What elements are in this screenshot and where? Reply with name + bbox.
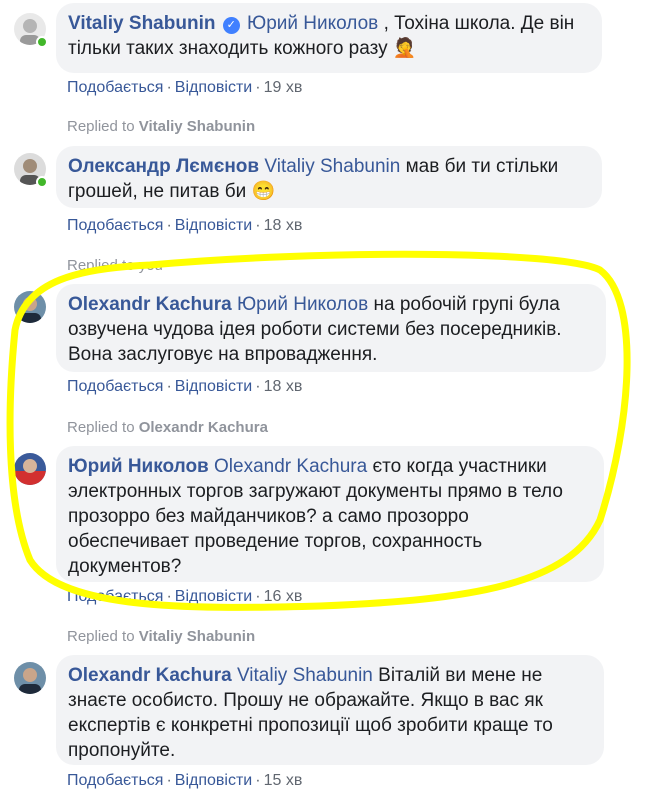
replied-to-label[interactable]: Replied to Vitaliy Shabunin [67,628,255,645]
like-link[interactable]: Подобається [67,79,163,96]
reply-link[interactable]: Відповісти [175,588,252,605]
like-link[interactable]: Подобається [67,378,163,395]
comment-author[interactable]: Олександр Лємєнов [68,156,259,177]
avatar-image [14,453,46,485]
facepalm-emoji-icon: 🤦 [392,38,417,59]
separator: · [255,378,261,395]
avatar[interactable] [14,291,46,323]
online-status-dot [36,36,48,48]
replied-to-label[interactable]: Replied to you [67,257,163,274]
verified-badge-icon: ✓ [222,17,240,34]
separator: · [166,79,172,96]
comment-time[interactable]: 19 хв [264,79,303,96]
grin-emoji-icon: 😁 [251,181,276,202]
comment-actions: Подобається · Відповісти · 18 хв [67,217,302,235]
avatar[interactable] [14,453,46,485]
comment-bubble: Юрий Николов Olexandr Kachura єто когда … [56,446,604,582]
comment-actions: Подобається · Відповісти · 16 хв [67,588,302,606]
separator: · [166,378,172,395]
comment-actions: Подобається · Відповісти · 15 хв [67,772,302,790]
separator: · [166,588,172,605]
comment-time[interactable]: 18 хв [264,217,303,234]
replied-to-label[interactable]: Replied to Vitaliy Shabunin [67,118,255,135]
replied-prefix: Replied to [67,628,135,645]
separator: · [255,588,261,605]
comment-actions: Подобається · Відповісти · 18 хв [67,378,302,396]
separator: · [255,79,261,96]
comment-time[interactable]: 16 хв [264,588,303,605]
comment-bubble: Olexandr Kachura Юрий Николов на робочій… [56,284,606,372]
replied-prefix: Replied to [67,419,135,436]
replied-prefix: Replied to [67,118,135,135]
online-status-dot [36,176,48,188]
avatar[interactable] [14,662,46,694]
replied-to-name: Vitaliy Shabunin [138,628,256,645]
like-link[interactable]: Подобається [67,217,163,234]
comment-mention[interactable]: Olexandr Kachura [214,456,367,477]
comment-mention[interactable]: Юрий Николов [237,294,368,315]
like-link[interactable]: Подобається [67,772,163,789]
comment-bubble: Олександр Лємєнов Vitaliy Shabunin мав б… [56,146,602,208]
comment-bubble: Vitaliy Shabunin ✓ Юрий Николов , Тохіна… [56,3,602,73]
separator: · [166,217,172,234]
comment-author[interactable]: Olexandr Kachura [68,294,232,315]
separator: · [166,772,172,789]
reply-link[interactable]: Відповісти [175,79,252,96]
comment-author[interactable]: Vitaliy Shabunin [68,13,215,34]
separator: · [255,772,261,789]
separator: · [255,217,261,234]
replied-prefix: Replied to you [67,257,163,274]
comment-time[interactable]: 18 хв [264,378,303,395]
comment-bubble: Olexandr Kachura Vitaliy Shabunin Віталі… [56,655,604,765]
comment-mention[interactable]: Vitaliy Shabunin [237,665,373,686]
comment-time[interactable]: 15 хв [264,772,303,789]
comment-author[interactable]: Юрий Николов [68,456,209,477]
comment-actions: Подобається · Відповісти · 19 хв [67,79,302,97]
avatar-image [14,291,46,323]
avatar-image [14,662,46,694]
reply-link[interactable]: Відповісти [175,217,252,234]
comment-mention[interactable]: Vitaliy Shabunin [264,156,400,177]
reply-link[interactable]: Відповісти [175,772,252,789]
comment-mention[interactable]: Юрий Николов [247,13,378,34]
like-link[interactable]: Подобається [67,588,163,605]
reply-link[interactable]: Відповісти [175,378,252,395]
replied-to-name: Vitaliy Shabunin [138,118,256,135]
comment-author[interactable]: Olexandr Kachura [68,665,232,686]
replied-to-name: Olexandr Kachura [138,419,268,436]
replied-to-label[interactable]: Replied to Olexandr Kachura [67,419,268,436]
